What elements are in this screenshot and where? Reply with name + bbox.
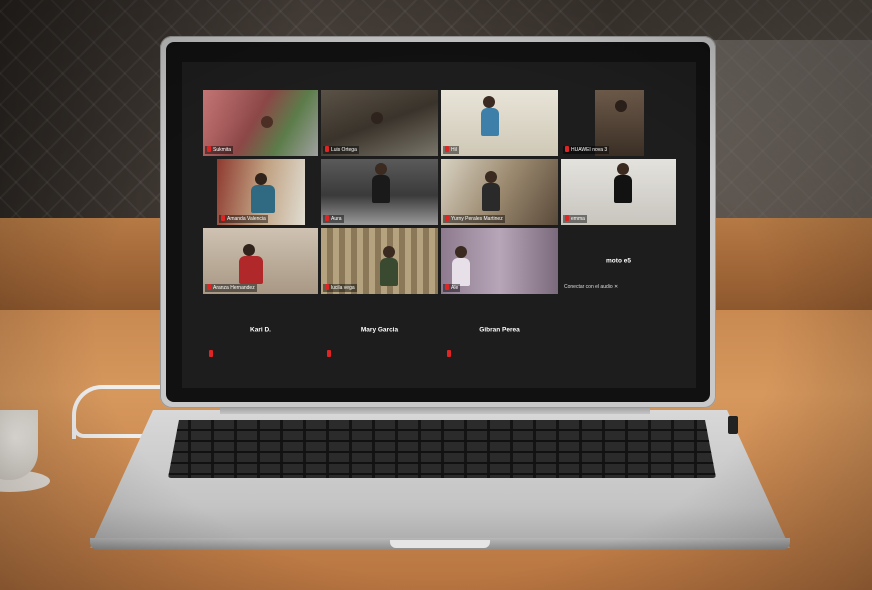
participant-name-tag: emma bbox=[563, 215, 587, 223]
participant-figure bbox=[615, 100, 627, 112]
close-icon[interactable]: ✕ bbox=[614, 284, 618, 290]
video-tile[interactable]: Amanda Valencia bbox=[217, 159, 305, 225]
mic-muted-icon bbox=[325, 284, 329, 290]
participant-name: Gibran Perea bbox=[479, 326, 520, 334]
mic-muted-icon bbox=[565, 146, 569, 152]
video-tile-no-video[interactable]: Gibran Perea bbox=[441, 297, 558, 363]
video-tile[interactable]: Luis Ortega bbox=[321, 90, 438, 156]
mic-muted-icon bbox=[209, 350, 213, 357]
video-tile-no-video[interactable]: Kari D. bbox=[203, 297, 318, 363]
participant-figure bbox=[485, 171, 497, 183]
video-tile[interactable]: Hil bbox=[441, 90, 558, 156]
video-tile[interactable]: Aura bbox=[321, 159, 438, 225]
participant-name-tag: Sukmita bbox=[205, 146, 234, 154]
participant-name: Luis Ortega bbox=[331, 147, 357, 153]
participant-figure bbox=[261, 116, 273, 128]
participant-name: Hil bbox=[451, 147, 457, 153]
participant-figure bbox=[452, 258, 470, 286]
video-tile[interactable]: emma bbox=[561, 159, 676, 225]
participant-figure bbox=[455, 246, 467, 258]
participant-name-tag: lucila vega bbox=[323, 284, 357, 292]
participant-figure bbox=[617, 163, 629, 175]
mic-muted-icon bbox=[565, 215, 569, 221]
video-tile-no-video[interactable]: Mary Garcia bbox=[321, 297, 438, 363]
participant-name: moto e5 bbox=[606, 257, 631, 265]
mic-muted-icon bbox=[445, 215, 449, 221]
keyboard-rows bbox=[168, 420, 716, 478]
video-tile[interactable]: Yurny Perales Martinez bbox=[441, 159, 558, 225]
participant-figure bbox=[255, 173, 267, 185]
participant-figure bbox=[614, 175, 632, 203]
laptop-notch bbox=[390, 540, 490, 548]
video-tile[interactable]: Ale bbox=[441, 228, 558, 294]
participant-name-tag: Aranza Hernandez bbox=[205, 284, 257, 292]
participant-figure bbox=[239, 256, 263, 284]
usb-port bbox=[728, 416, 738, 434]
participant-name: Yurny Perales Martinez bbox=[451, 216, 503, 222]
mic-muted-icon bbox=[325, 215, 329, 221]
participant-name-tag: Hil bbox=[443, 146, 459, 154]
participant-name-tag: Aura bbox=[323, 215, 344, 223]
participant-figure bbox=[380, 258, 398, 286]
power-cable-end bbox=[72, 420, 151, 438]
participant-name: Kari D. bbox=[250, 326, 271, 334]
mic-muted-icon bbox=[445, 284, 449, 290]
participant-figure bbox=[375, 163, 387, 175]
participant-figure bbox=[482, 183, 500, 211]
participant-figure bbox=[243, 244, 255, 256]
mic-muted-icon bbox=[325, 146, 329, 152]
participant-figure bbox=[371, 112, 383, 124]
participant-figure bbox=[481, 108, 499, 136]
participant-name: Aranza Hernandez bbox=[213, 285, 255, 291]
connect-audio-tip[interactable]: Conectar con el audio ✕ bbox=[564, 284, 618, 290]
mic-muted-icon bbox=[447, 350, 451, 357]
mic-muted-icon bbox=[207, 284, 211, 290]
participant-name: HUAWEI nova 3 bbox=[571, 147, 608, 153]
video-tile[interactable]: Aranza Hernandez bbox=[203, 228, 318, 294]
participant-figure bbox=[251, 185, 275, 213]
video-tile[interactable]: Sukmita bbox=[203, 90, 318, 156]
participant-figure bbox=[483, 96, 495, 108]
participant-name: Aura bbox=[331, 216, 342, 222]
participant-name: Sukmita bbox=[213, 147, 232, 153]
participant-name: Amanda Valencia bbox=[227, 216, 266, 222]
mic-muted-icon bbox=[327, 350, 331, 357]
participant-figure bbox=[383, 246, 395, 258]
participant-name: emma bbox=[571, 216, 585, 222]
participant-name-tag: Yurny Perales Martinez bbox=[443, 215, 505, 223]
participant-name-tag: Luis Ortega bbox=[323, 146, 359, 154]
connect-audio-label: Conectar con el audio bbox=[564, 284, 613, 290]
participant-name: Mary Garcia bbox=[360, 326, 399, 334]
mic-muted-icon bbox=[221, 215, 225, 221]
participant-name-tag: HUAWEI nova 3 bbox=[563, 146, 610, 154]
participant-name-tag: Ale bbox=[443, 284, 461, 292]
video-tile-no-video[interactable]: moto e5 Conectar con el audio ✕ bbox=[561, 228, 676, 294]
video-tile[interactable]: HUAWEI nova 3 bbox=[561, 90, 676, 156]
participant-name-tag: Amanda Valencia bbox=[219, 215, 268, 223]
video-tile[interactable]: lucila vega bbox=[321, 228, 438, 294]
participant-name: lucila vega bbox=[331, 285, 355, 291]
participant-name: Ale bbox=[451, 285, 459, 291]
background-window bbox=[700, 40, 872, 220]
mic-muted-icon bbox=[207, 146, 211, 152]
participant-figure bbox=[372, 175, 390, 203]
mic-muted-icon bbox=[445, 146, 449, 152]
